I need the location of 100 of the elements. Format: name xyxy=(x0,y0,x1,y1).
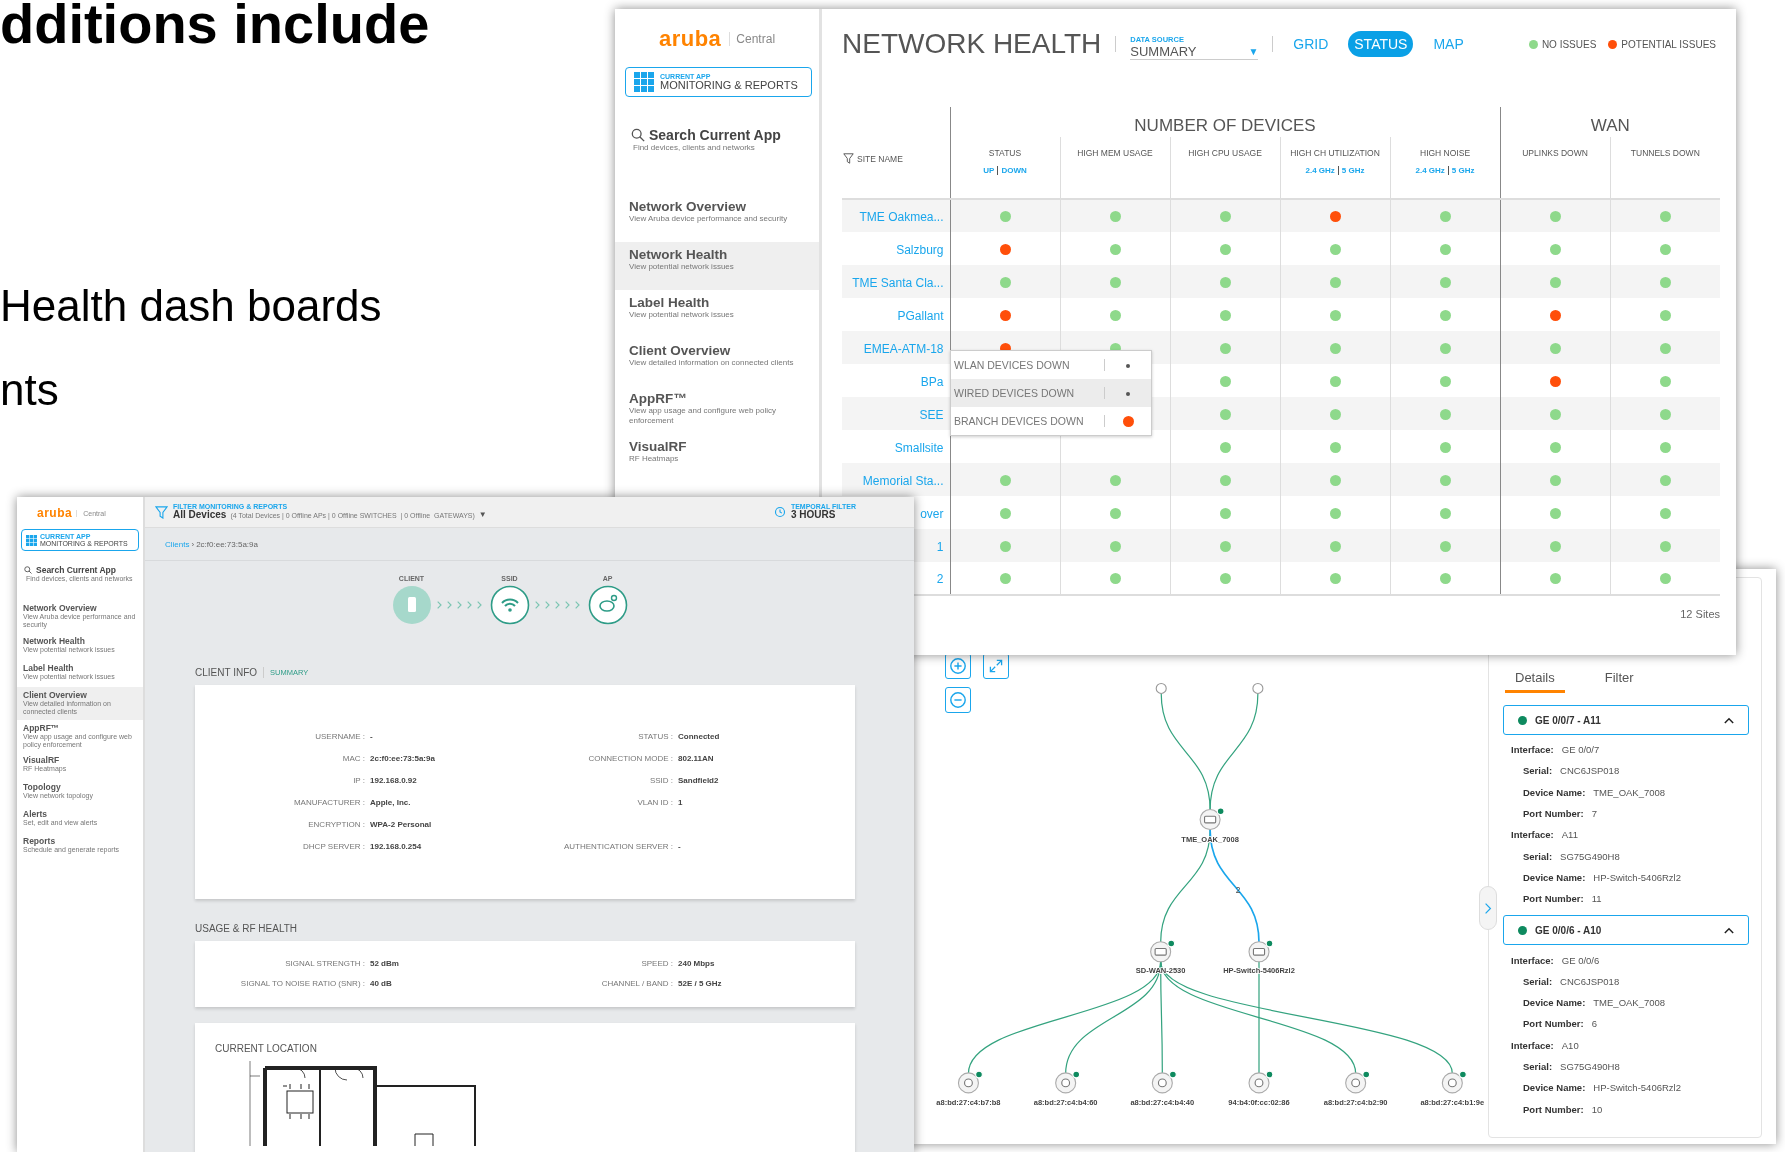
detail-value: TME_OAK_7008 xyxy=(1593,997,1666,1009)
detail-label: Interface: xyxy=(1511,829,1554,841)
detail-label: Port Number: xyxy=(1523,893,1584,905)
field-value: Sandfield2 xyxy=(677,775,720,785)
detail-value: SG75G490H8 xyxy=(1560,1061,1620,1072)
section-title: CLIENT INFO xyxy=(195,666,258,678)
field-label: CONNECTION MODE : xyxy=(587,753,673,763)
detail-value: 6 xyxy=(1591,1018,1597,1030)
uplink-node[interactable] xyxy=(1252,682,1264,694)
access-point-node[interactable] xyxy=(957,1070,983,1094)
nav-item[interactable]: Network Overview View Aruba device performance and security xyxy=(615,194,819,242)
grid-icon xyxy=(26,534,37,546)
field-label: SIGNAL TO NOISE RATIO (SNR) : xyxy=(239,978,365,988)
section-title: CURRENT LOCATION xyxy=(215,1043,318,1054)
site-name-filter[interactable]: SITE NAME xyxy=(843,153,903,164)
detail-value: HP-Switch-5406Rzl2 xyxy=(1593,871,1681,883)
accordion-header[interactable]: GE 0/0/6 - A10 xyxy=(1503,915,1749,946)
detail-label: Port Number: xyxy=(1523,1103,1584,1115)
logo: aruba xyxy=(658,26,722,52)
access-point-node[interactable] xyxy=(1055,1070,1081,1094)
detail-label: Device Name: xyxy=(1523,871,1586,883)
detail-value: CNC6JSP018 xyxy=(1560,975,1620,987)
slide-bullet-text: Health dash boards xyxy=(0,284,382,328)
page-title: NETWORK HEALTH xyxy=(842,28,1102,60)
field-value: 192.168.0.254 xyxy=(369,841,423,851)
product-name: Central xyxy=(729,32,776,46)
wifi-icon[interactable] xyxy=(489,585,530,625)
field-value: 52E / 5 GHz xyxy=(677,978,723,988)
access-point-icon[interactable] xyxy=(587,585,628,625)
detail-value: TME_OAK_7008 xyxy=(1593,786,1666,798)
group-header: WAN xyxy=(1590,116,1630,135)
field-label: SPEED : xyxy=(640,958,673,968)
field-label: VLAN ID : xyxy=(636,797,673,807)
field-value: - xyxy=(369,731,374,741)
uplink-node[interactable] xyxy=(1155,682,1167,694)
fullscreen-button[interactable] xyxy=(983,653,1009,679)
detail-label: Serial: xyxy=(1523,850,1553,862)
field-value: 1 xyxy=(677,797,684,807)
field-value: Apple, Inc. xyxy=(369,797,412,807)
field-label: AUTHENTICATION SERVER : xyxy=(562,841,673,851)
detail-label: Interface: xyxy=(1511,954,1554,966)
nav-item[interactable]: VisualRF RF Heatmaps xyxy=(615,434,819,482)
field-value: 40 dB xyxy=(369,978,393,988)
detail-label: Device Name: xyxy=(1523,997,1586,1009)
nav-item[interactable]: Network Health View potential network issues xyxy=(615,242,819,290)
tooltip-label: WLAN DEVICES DOWN xyxy=(951,359,1105,371)
section-title: USAGE & RF HEALTH xyxy=(195,922,298,934)
legend-label: NO ISSUES xyxy=(1541,38,1597,50)
slide-bullet-text: nts xyxy=(0,368,59,412)
field-value: WPA-2 Personal xyxy=(369,819,433,829)
chevron-icon xyxy=(1724,926,1734,934)
expand-icon xyxy=(988,658,1004,674)
accordion-header[interactable]: GE 0/0/7 - A11 xyxy=(1503,705,1749,735)
group-header: NUMBER OF DEVICES xyxy=(1134,116,1316,135)
zoom-in-button[interactable] xyxy=(945,653,971,679)
field-label: SIGNAL STRENGTH : xyxy=(284,958,365,968)
field-label: MANUFACTURER : xyxy=(292,797,365,807)
clock-icon xyxy=(773,506,786,518)
column-header: STATUS xyxy=(987,149,1023,158)
detail-value: 7 xyxy=(1591,808,1597,820)
zoom-out-icon xyxy=(949,691,967,709)
nav-item[interactable]: Client Overview View detailed information on connected clients xyxy=(615,338,819,386)
switch-node[interactable] xyxy=(1150,939,1176,963)
field-label: ENCRYPTION : xyxy=(307,819,365,829)
breadcrumb-current: 2c:f0:ee:73:5a:9a xyxy=(196,539,258,549)
access-point-node[interactable] xyxy=(1151,1070,1177,1094)
field-value: 52 dBm xyxy=(369,958,400,968)
site-count: 12 Sites xyxy=(1679,608,1720,620)
switch-node[interactable] xyxy=(1248,939,1274,963)
detail-label: Port Number: xyxy=(1523,1018,1584,1030)
node-label: a8:bd:27:c4:b4:40 xyxy=(1130,1097,1195,1107)
detail-label: Serial: xyxy=(1523,1061,1553,1072)
zoom-out-button[interactable] xyxy=(945,687,971,713)
zoom-in-icon xyxy=(949,657,967,675)
field-value: 802.11AN xyxy=(677,753,715,763)
status-icon xyxy=(1518,925,1527,935)
field-label: USERNAME : xyxy=(314,731,365,741)
access-point-node[interactable] xyxy=(1248,1070,1274,1094)
field-label: MAC : xyxy=(341,753,365,763)
nav-item[interactable]: Label Health View potential network issues xyxy=(615,290,819,338)
slide-heading: dditions include xyxy=(0,0,430,52)
panel-tab[interactable]: Filter xyxy=(1594,670,1644,693)
panel-tab[interactable]: Details xyxy=(1505,670,1565,693)
search-icon xyxy=(24,566,32,574)
field-label: CHANNEL / BAND : xyxy=(600,978,673,988)
detail-value: A11 xyxy=(1561,829,1578,841)
column-header: HIGH MEM USAGE xyxy=(1076,149,1154,158)
gateway-node[interactable] xyxy=(1199,807,1225,831)
nav-item[interactable]: AppRF™ View app usage and configure web policy enforcement xyxy=(615,386,819,434)
field-label: IP : xyxy=(352,775,365,785)
search-link[interactable]: Search Current App Find devices, clients and networks xyxy=(631,127,781,152)
column-header: HIGH CPU USAGE xyxy=(1187,149,1263,158)
detail-value: GE 0/0/7 xyxy=(1561,744,1600,756)
detail-value: 10 xyxy=(1591,1103,1603,1115)
access-point-node[interactable] xyxy=(1345,1070,1371,1094)
node-label: a8:bd:27:c4:b1:9e xyxy=(1420,1097,1485,1107)
access-point-node[interactable] xyxy=(1441,1070,1467,1094)
column-header: TUNNELS DOWN xyxy=(1629,149,1701,158)
breadcrumb-separator: › xyxy=(191,539,195,549)
legend-label: POTENTIAL ISSUES xyxy=(1621,38,1716,50)
